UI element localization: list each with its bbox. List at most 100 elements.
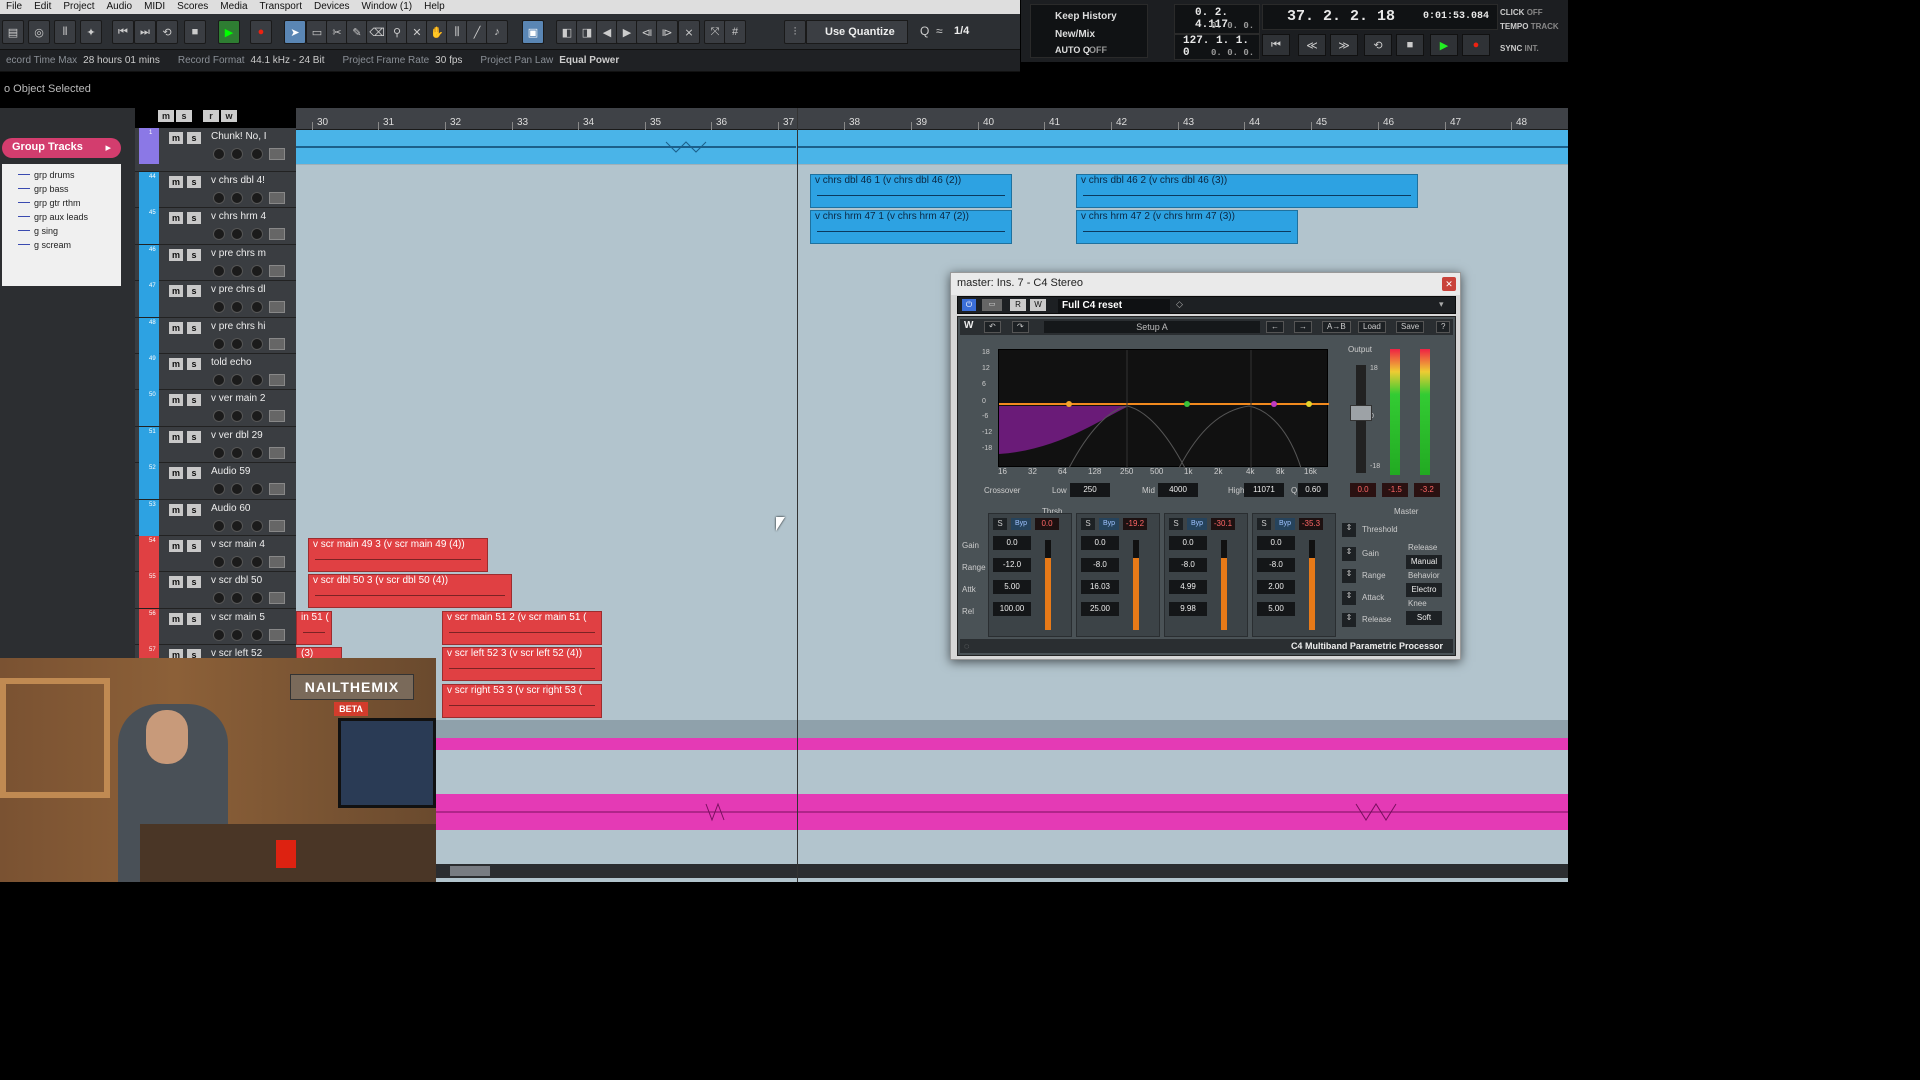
band4-handle[interactable] [1306,401,1312,407]
play-icon[interactable]: ▶ [218,20,240,44]
audio-clip[interactable]: v scr main 51 2 (v scr main 51 ( [442,611,602,645]
mute-button[interactable]: m [169,176,183,188]
solo-button[interactable]: s [187,613,201,625]
edit-channel-icon[interactable] [251,192,263,204]
record-format-value[interactable]: 44.1 kHz - 24 Bit [251,55,337,66]
mute-button[interactable]: m [169,467,183,479]
band-attack-field[interactable]: 2.00 [1257,580,1295,594]
preset-menu-icon[interactable]: ◇ [1176,299,1188,311]
folder-icon[interactable] [269,629,285,641]
band-solo-button[interactable]: S [1081,518,1095,530]
auto-q-label[interactable]: AUTO Q [1055,45,1090,55]
cycle-icon[interactable]: ⟲ [156,20,178,44]
transport-cycle-icon[interactable]: ⟲ [1364,34,1392,56]
pink-track-clip[interactable] [436,738,1568,750]
load-button[interactable]: Load [1358,321,1386,333]
mute-button[interactable]: m [169,322,183,334]
global-read-button[interactable]: r [203,110,220,122]
scrollbar-thumb[interactable] [450,866,490,876]
trim-end-icon[interactable]: ⧐ [656,20,678,44]
band-solo-button[interactable]: S [1257,518,1271,530]
record-enable-icon[interactable] [213,483,225,495]
folder-icon[interactable] [269,338,285,350]
band-threshold-meter[interactable] [1133,540,1139,630]
monitor-icon[interactable] [231,338,243,350]
record-enable-icon[interactable] [213,592,225,604]
goto-start-icon[interactable]: ⏮ [112,20,134,44]
folder-icon[interactable] [269,301,285,313]
group-item[interactable]: grp bass [16,182,121,196]
edit-channel-icon[interactable] [251,483,263,495]
record-enable-icon[interactable] [213,447,225,459]
edit-channel-icon[interactable] [251,265,263,277]
color-tool-icon[interactable]: ▣ [522,20,544,44]
attack-stepper[interactable]: ⇕ [1342,591,1356,605]
mute-button[interactable]: m [169,285,183,297]
track-row[interactable]: 56 m s v scr main 5 [135,609,296,645]
edit-channel-icon[interactable] [251,592,263,604]
band-threshold-meter[interactable] [1309,540,1315,630]
band-gain-field[interactable]: 0.0 [1081,536,1119,550]
monitor-icon[interactable] [231,520,243,532]
keep-history-label[interactable]: Keep History [1055,11,1117,22]
audio-clip[interactable]: v scr left 52 3 (v scr left 52 (4)) [442,647,602,681]
audio-clip[interactable]: v scr dbl 50 3 (v scr dbl 50 (4)) [308,574,512,608]
track-row[interactable]: 49 m s told echo [135,354,296,390]
folder-icon[interactable] [269,374,285,386]
nudge-start-icon[interactable]: ◀ [596,20,618,44]
edit-channel-icon[interactable] [251,301,263,313]
solo-button[interactable]: s [187,249,201,261]
stop-icon[interactable]: ■ [184,20,206,44]
audio-clip[interactable]: v chrs hrm 47 1 (v chrs hrm 47 (2)) [810,210,1012,244]
nudge-end-icon[interactable]: ▶ [616,20,638,44]
track-name[interactable]: v scr main 5 [211,612,275,623]
band-bypass-button[interactable]: Byp [1011,518,1031,530]
automation-icon[interactable]: ✦ [80,20,102,44]
folder-icon[interactable] [269,192,285,204]
mute-button[interactable]: m [169,576,183,588]
transport-rewind-icon[interactable]: ≪ [1298,34,1326,56]
band-bypass-button[interactable]: Byp [1187,518,1207,530]
transport-play-icon[interactable]: ▶ [1430,34,1458,56]
mute-button[interactable]: m [169,212,183,224]
mid-crossover-field[interactable]: 4000 [1158,483,1198,497]
timewarp-tool-icon[interactable]: ⫼ [446,20,468,44]
solo-button[interactable]: s [187,540,201,552]
menu-help[interactable]: Help [418,0,451,14]
position-display[interactable]: 37. 2. 2. 18 0:01:53.084 [1262,4,1498,30]
record-enable-icon[interactable] [213,629,225,641]
quantize-value-select[interactable]: 1/4 [954,20,1012,44]
trim-start-icon[interactable]: ⧏ [636,20,658,44]
band-bypass-button[interactable]: Byp [1099,518,1119,530]
tempo-toggle[interactable]: TEMPO [1500,22,1528,31]
solo-button[interactable]: s [187,132,201,144]
audio-clip[interactable]: v chrs hrm 47 2 (v chrs hrm 47 (3)) [1076,210,1298,244]
folder-icon[interactable] [269,228,285,240]
track-name[interactable]: v scr main 4 [211,539,275,550]
band-release-field[interactable]: 100.00 [993,602,1031,616]
track-row[interactable]: 52 m s Audio 59 [135,463,296,500]
record-enable-icon[interactable] [213,520,225,532]
track-name[interactable]: v ver dbl 29 [211,430,275,441]
record-enable-icon[interactable] [213,192,225,204]
help-icon[interactable]: ? [1436,321,1451,333]
audio-clip[interactable]: v chrs dbl 46 1 (v chrs dbl 46 (2)) [810,174,1012,208]
transport-record-icon[interactable]: ● [1462,34,1490,56]
plugin-title[interactable]: master: Ins. 7 - C4 Stereo [951,273,1460,295]
track-name[interactable]: v ver main 2 [211,393,275,404]
menu-devices[interactable]: Devices [308,0,356,14]
grid-icon[interactable]: # [724,20,746,44]
nudge-right-icon[interactable]: ◨ [576,20,598,44]
track-name[interactable]: v pre chrs dl [211,284,275,295]
group-item[interactable]: g scream [16,238,121,252]
track-row[interactable]: 54 m s v scr main 4 [135,536,296,572]
quantize-mode-select[interactable]: Use Quantize [806,20,908,44]
frame-rate-value[interactable]: 30 fps [435,55,474,66]
track-row[interactable]: 44 m s v chrs dbl 4! [135,172,296,208]
horizontal-scrollbar[interactable] [436,864,1568,878]
band-release-field[interactable]: 5.00 [1257,602,1295,616]
quantize-grid-icon[interactable]: ⫶ [784,20,806,44]
erase-tool-icon[interactable]: ⌫ [366,20,388,44]
solo-button[interactable]: s [187,176,201,188]
group-tracks-header[interactable]: Group Tracks ▸ [2,138,121,158]
